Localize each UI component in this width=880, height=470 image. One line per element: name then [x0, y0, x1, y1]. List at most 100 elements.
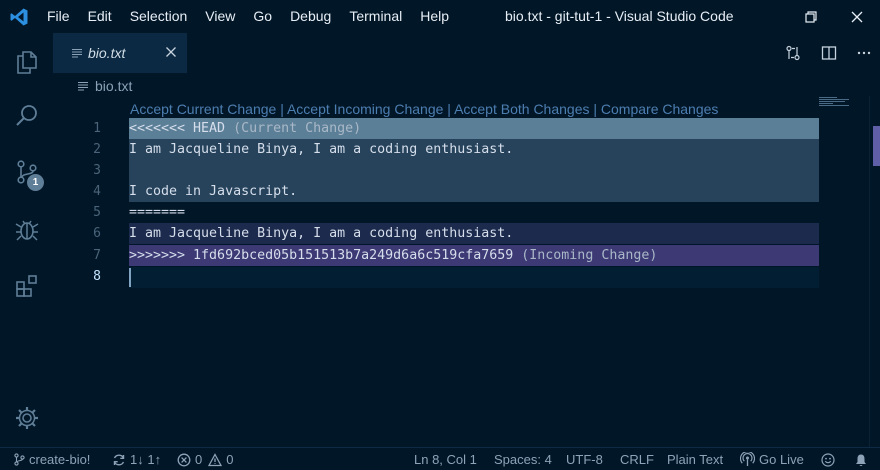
current-change-label: (Current Change) — [225, 121, 362, 136]
merge-conflict-codelens: Accept Current Change | Accept Incoming … — [130, 101, 718, 117]
code-line-4[interactable]: I code in Javascript. — [129, 181, 819, 202]
text-file-icon — [78, 81, 88, 91]
open-changes-button[interactable] — [776, 33, 810, 73]
vscode-logo-icon — [0, 0, 38, 33]
search-icon — [15, 105, 37, 126]
menu-edit[interactable]: Edit — [79, 0, 121, 33]
activity-bar: 1 — [0, 33, 53, 447]
accept-current-change-link[interactable]: Accept Current Change — [130, 101, 276, 117]
problems-status[interactable]: 0 0 — [177, 448, 233, 470]
restore-icon — [805, 10, 817, 23]
line-number: 4 — [93, 184, 101, 199]
debug-button[interactable] — [0, 205, 53, 255]
sync-icon — [113, 454, 125, 465]
debug-icon — [15, 220, 38, 241]
close-icon — [851, 11, 863, 22]
notifications-button[interactable] — [854, 448, 872, 470]
line-number: 5 — [93, 205, 101, 220]
codelens-separator: | — [276, 101, 287, 117]
editor[interactable]: Accept Current Change | Accept Incoming … — [53, 96, 880, 447]
warning-count: 0 — [226, 452, 234, 467]
menu-terminal[interactable]: Terminal — [340, 0, 411, 33]
error-icon — [177, 453, 191, 466]
menu-go[interactable]: Go — [244, 0, 281, 33]
branch-status[interactable]: create-bio! — [14, 448, 90, 470]
accept-both-changes-link[interactable]: Accept Both Changes — [454, 101, 589, 117]
tab-strip: bio.txt — [53, 33, 880, 73]
codelens-separator: | — [589, 101, 601, 117]
menu-file[interactable]: File — [38, 0, 79, 33]
source-control-button[interactable] — [0, 147, 53, 197]
code-line-3[interactable] — [129, 160, 819, 181]
source-control-badge: 1 — [27, 174, 44, 191]
open-changes-icon — [786, 45, 800, 61]
menu-debug[interactable]: Debug — [281, 0, 340, 33]
code-line-8[interactable] — [129, 266, 819, 287]
compare-changes-link[interactable]: Compare Changes — [601, 101, 719, 117]
cursor-position[interactable]: Ln 8, Col 1 — [414, 448, 477, 470]
manage-button[interactable] — [0, 393, 53, 443]
code-line-2[interactable]: I am Jacqueline Binya, I am a coding ent… — [129, 139, 819, 160]
sync-status[interactable]: 1↓ 1↑ — [112, 448, 161, 470]
marker-incoming-hash: >>>>>>> 1fd692bced05b151513b7a249d6a6c51… — [129, 248, 514, 263]
line-number-active: 8 — [93, 269, 101, 284]
conflict-marker-incoming[interactable]: >>>>>>> 1fd692bced05b151513b7a249d6a6c51… — [129, 245, 819, 266]
bell-icon — [856, 454, 866, 466]
line-ending[interactable]: CRLF — [620, 448, 654, 470]
vertical-scrollbar[interactable] — [869, 96, 880, 447]
status-bar: create-bio! 1↓ 1↑ 0 0 Ln 8, Col 1 Spaces… — [0, 447, 880, 470]
codelens-separator: | — [443, 101, 455, 117]
line-number: 1 — [93, 121, 101, 136]
go-live-label: Go Live — [759, 452, 804, 467]
tab-bio-txt[interactable]: bio.txt — [53, 33, 187, 73]
split-editor-icon — [821, 46, 837, 60]
conflict-marker-current[interactable]: <<<<<<< HEAD (Current Change) — [129, 118, 819, 139]
files-icon — [16, 51, 37, 74]
code-line-6[interactable]: I am Jacqueline Binya, I am a coding ent… — [129, 223, 819, 244]
line-number: 6 — [93, 226, 101, 241]
menu-selection[interactable]: Selection — [121, 0, 197, 33]
warning-icon — [208, 452, 223, 466]
extensions-button[interactable] — [0, 261, 53, 311]
language-mode[interactable]: Plain Text — [667, 448, 723, 470]
sync-counts: 1↓ 1↑ — [130, 452, 162, 467]
scrollbar-conflict-marker — [873, 126, 880, 166]
go-live-button[interactable]: Go Live — [740, 448, 804, 470]
extensions-icon — [15, 275, 37, 297]
line-number: 2 — [93, 142, 101, 157]
split-editor-button[interactable] — [812, 33, 846, 73]
title-bar: File Edit Selection View Go Debug Termin… — [0, 0, 880, 33]
feedback-button[interactable] — [821, 448, 839, 470]
close-window-button[interactable] — [834, 0, 880, 33]
more-actions-icon — [857, 51, 871, 55]
accept-incoming-change-link[interactable]: Accept Incoming Change — [287, 101, 443, 117]
menu-view[interactable]: View — [196, 0, 244, 33]
marker-head: <<<<<<< HEAD — [129, 121, 226, 136]
search-button[interactable] — [0, 91, 53, 141]
window-title: bio.txt - git-tut-1 - Visual Studio Code — [505, 8, 734, 24]
menu-help[interactable]: Help — [411, 0, 458, 33]
incoming-change-label: (Incoming Change) — [513, 248, 658, 263]
gear-icon — [15, 407, 38, 429]
feedback-icon — [821, 452, 835, 467]
line-number: 7 — [93, 248, 101, 263]
menu-bar: File Edit Selection View Go Debug Termin… — [38, 0, 458, 33]
restore-button[interactable] — [788, 0, 834, 33]
conflict-separator[interactable]: ======= — [129, 202, 819, 223]
branch-icon — [14, 453, 25, 466]
close-icon[interactable] — [164, 45, 178, 59]
explorer-button[interactable] — [0, 37, 53, 87]
error-count: 0 — [195, 452, 203, 467]
branch-name: create-bio! — [29, 452, 91, 467]
breadcrumb[interactable]: bio.txt — [78, 76, 132, 96]
encoding[interactable]: UTF-8 — [566, 448, 603, 470]
indentation[interactable]: Spaces: 4 — [494, 448, 552, 470]
text-file-icon — [72, 48, 82, 58]
broadcast-icon — [740, 452, 755, 466]
breadcrumb-file[interactable]: bio.txt — [95, 78, 132, 94]
more-actions-button[interactable] — [847, 33, 880, 73]
minimap[interactable] — [819, 96, 869, 116]
tab-label: bio.txt — [88, 45, 126, 61]
line-number: 3 — [93, 163, 101, 178]
text-cursor — [129, 268, 131, 287]
